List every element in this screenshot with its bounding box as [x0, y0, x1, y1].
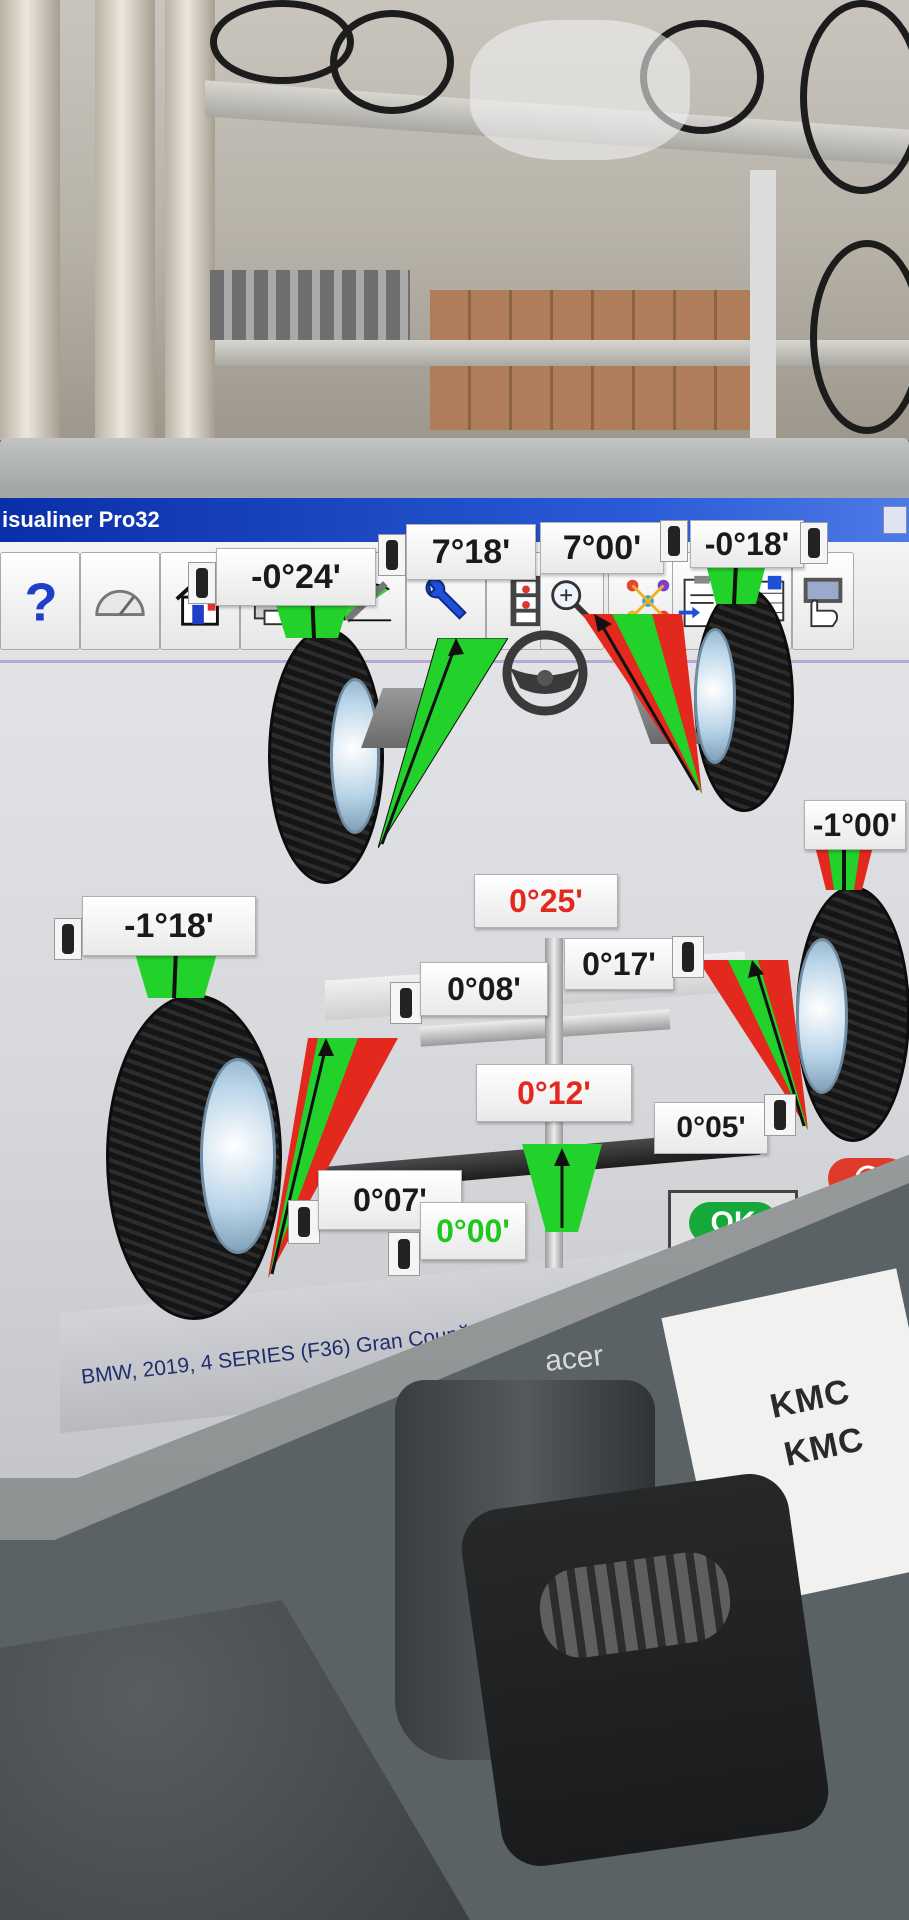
toe-wheel-icon	[390, 982, 422, 1024]
coil-spring	[810, 240, 909, 434]
caster-wheel-icon	[660, 520, 688, 562]
camber-wheel-icon	[54, 918, 82, 960]
front-right-toe-wedge	[582, 614, 702, 794]
rear-right-camber-value: -1°00'	[804, 800, 906, 850]
rear-right-toe-value: 0°05'	[654, 1102, 768, 1154]
plastic-bag	[470, 20, 690, 160]
rear-left-rim	[200, 1058, 276, 1254]
front-right-camber-value: -0°18'	[690, 520, 804, 568]
shelf-post	[165, 0, 215, 440]
stand-handle	[456, 1468, 834, 1872]
front-left-toe-wedge	[378, 638, 508, 848]
front-left-camber-value: -0°24'	[216, 548, 376, 606]
rear-left-camber-indicator	[134, 950, 218, 998]
hand-pointer-icon	[803, 577, 843, 628]
front-left-rim	[330, 678, 380, 834]
front-total-toe-value: 0°25'	[474, 874, 618, 928]
front-right-camber-indicator	[706, 564, 766, 604]
camber-wheel-icon	[188, 562, 216, 604]
coil-spring	[330, 10, 454, 114]
toe-wheel-icon	[672, 936, 704, 978]
thrust-angle-indicator	[522, 1144, 602, 1232]
monitor-brand-logo: acer	[543, 1339, 605, 1378]
front-right-caster-value: 7°00'	[540, 522, 664, 574]
rear-total-toe-value: 0°12'	[476, 1064, 632, 1122]
caster-wheel-icon	[378, 534, 406, 576]
shelf-board	[215, 340, 909, 366]
parts-stack	[210, 270, 410, 340]
window-title: isualiner Pro32	[2, 507, 160, 532]
steering-wheel-icon	[502, 630, 588, 716]
rear-left-camber-value: -1°18'	[82, 896, 256, 956]
thrust-wheel-icon	[388, 1232, 420, 1276]
monitor-frame	[0, 438, 909, 498]
toe-wheel-icon	[288, 1200, 320, 1244]
question-mark-icon: ?	[25, 572, 58, 630]
speedometer-icon	[95, 589, 145, 616]
coil-spring	[800, 0, 909, 194]
rear-right-camber-indicator	[816, 850, 872, 890]
toe-wheel-icon	[764, 1094, 796, 1136]
thrust-angle-value: 0°00'	[420, 1202, 526, 1260]
front-left-toe-value: 0°08'	[420, 962, 548, 1016]
shelf-post	[750, 170, 776, 440]
wrench-icon	[425, 578, 467, 620]
camber-wheel-icon	[800, 522, 828, 564]
svg-text:?: ?	[25, 572, 58, 630]
window-control-button[interactable]	[883, 506, 907, 534]
help-button[interactable]: ?	[0, 552, 80, 650]
shelf-post	[0, 0, 60, 440]
warehouse-background	[0, 0, 909, 440]
front-right-toe-value: 0°17'	[564, 938, 674, 990]
shelf-post	[95, 0, 155, 440]
front-left-caster-value: 7°18'	[406, 524, 536, 580]
gauge-button[interactable]	[80, 552, 160, 650]
